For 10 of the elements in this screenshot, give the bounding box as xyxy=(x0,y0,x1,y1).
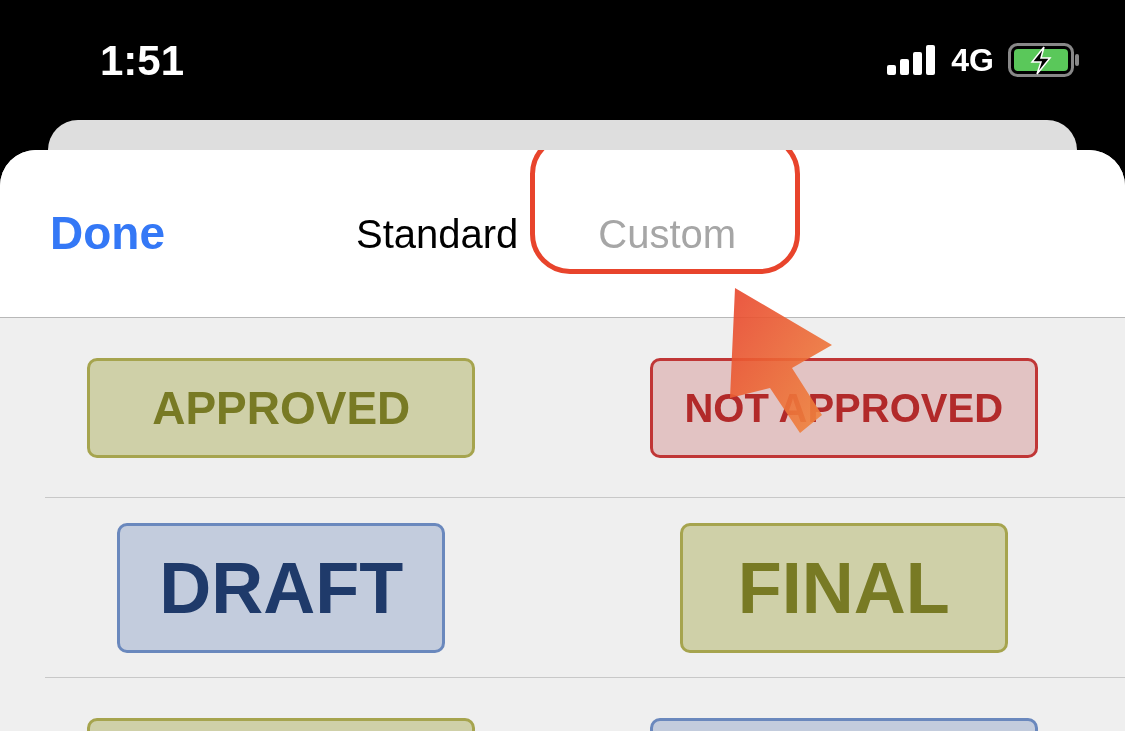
signal-icon xyxy=(887,45,938,75)
done-button[interactable]: Done xyxy=(50,199,165,268)
network-label: 4G xyxy=(951,41,994,80)
segment-tab[interactable]: Custom xyxy=(598,203,737,264)
battery-charging-icon xyxy=(1008,43,1080,77)
stamp[interactable]: FINAL xyxy=(679,523,1008,653)
clock-time: 1:51 xyxy=(100,35,185,86)
stamp[interactable]: DRAFT xyxy=(117,523,446,653)
segment-tab[interactable]: Standard xyxy=(356,203,519,264)
stamp[interactable]: APPROVED xyxy=(87,358,476,458)
